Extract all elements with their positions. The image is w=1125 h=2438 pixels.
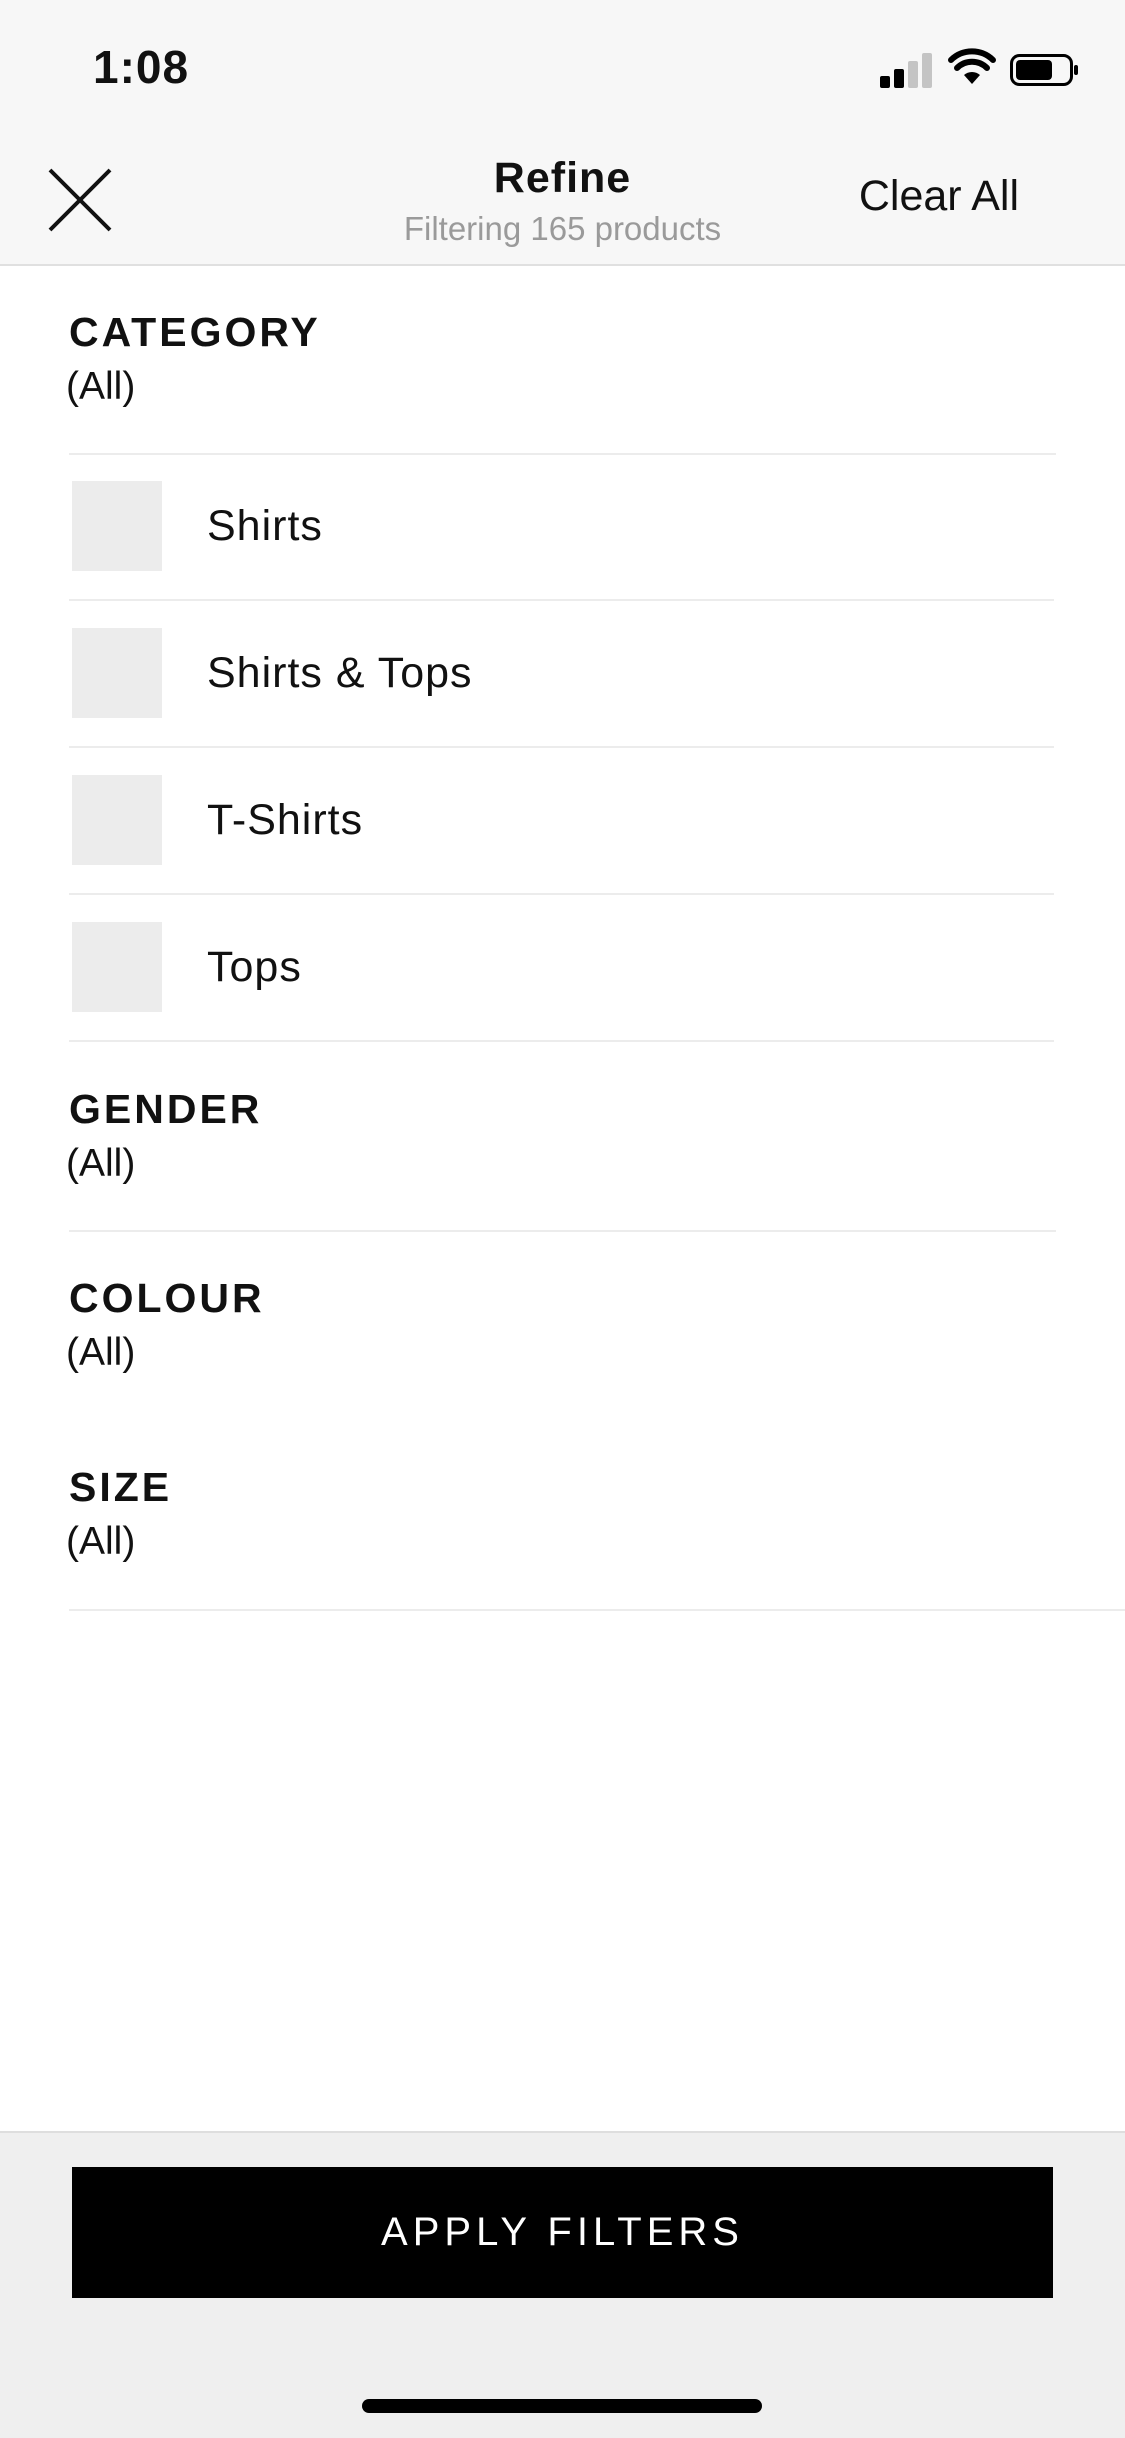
category-value: (All) <box>66 365 136 408</box>
category-option-shirts[interactable]: Shirts <box>69 453 1054 600</box>
option-label: Tops <box>207 943 302 991</box>
checkbox[interactable] <box>72 628 162 718</box>
divider <box>69 1230 1056 1232</box>
size-value: (All) <box>66 1520 136 1563</box>
category-option-tops[interactable]: Tops <box>69 894 1054 1041</box>
option-label: Shirts <box>207 502 323 550</box>
wifi-icon <box>948 48 996 84</box>
colour-section-header[interactable]: COLOUR (All) <box>0 1275 1125 1385</box>
gender-section-header[interactable]: GENDER (All) <box>0 1086 1125 1196</box>
size-section-header[interactable]: SIZE (All) <box>0 1464 1125 1574</box>
category-section-header[interactable]: CATEGORY (All) <box>0 309 1125 419</box>
divider <box>69 1609 1125 1611</box>
colour-value: (All) <box>66 1331 136 1374</box>
home-indicator[interactable] <box>362 2399 762 2413</box>
colour-title: COLOUR <box>69 1275 265 1321</box>
gender-value: (All) <box>66 1142 136 1185</box>
apply-filters-button[interactable]: APPLY FILTERS <box>72 2167 1053 2298</box>
checkbox[interactable] <box>72 481 162 571</box>
divider <box>69 1040 1054 1042</box>
clear-all-button[interactable]: Clear All <box>859 172 1019 221</box>
battery-icon <box>1010 54 1078 86</box>
checkbox[interactable] <box>72 922 162 1012</box>
option-label: Shirts & Tops <box>207 649 473 697</box>
checkbox[interactable] <box>72 775 162 865</box>
option-label: T-Shirts <box>207 796 364 844</box>
category-option-shirts-tops[interactable]: Shirts & Tops <box>69 600 1054 747</box>
category-title: CATEGORY <box>69 309 321 355</box>
status-time: 1:08 <box>93 41 190 93</box>
refine-header: Refine Filtering 165 products Clear All <box>0 132 1125 266</box>
footer: APPLY FILTERS <box>0 2131 1125 2438</box>
status-bar: 1:08 <box>0 0 1125 132</box>
cellular-signal-icon <box>880 52 934 88</box>
gender-title: GENDER <box>69 1086 263 1132</box>
category-option-t-shirts[interactable]: T-Shirts <box>69 747 1054 894</box>
size-title: SIZE <box>69 1464 173 1510</box>
